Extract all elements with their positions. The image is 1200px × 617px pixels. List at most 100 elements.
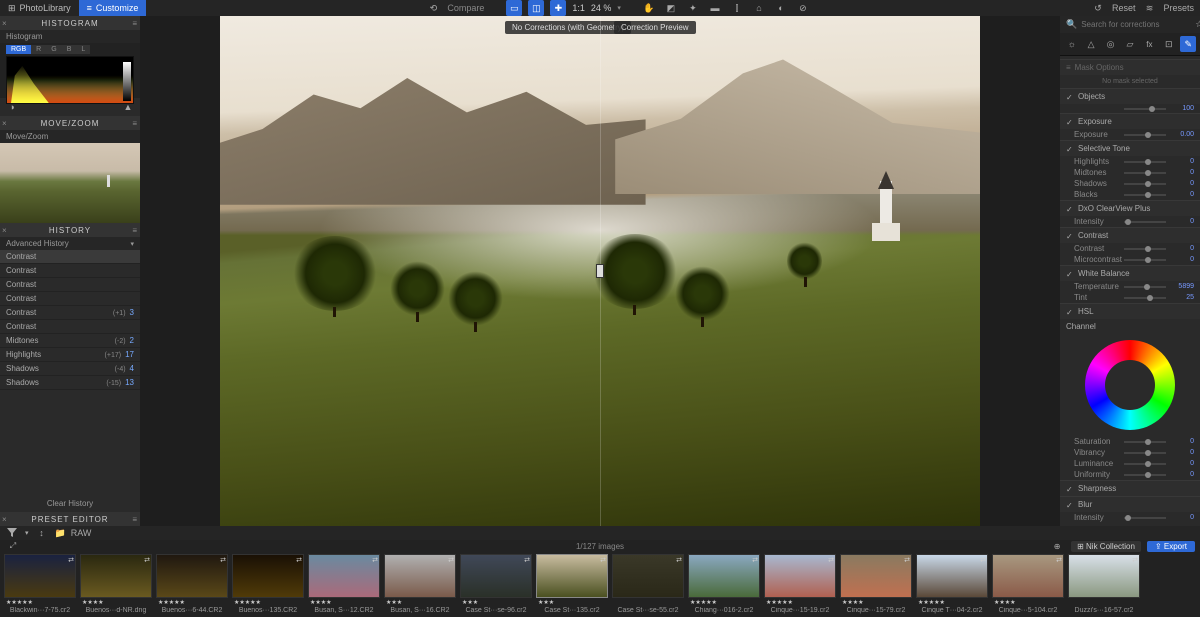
navigator-thumbnail[interactable]	[0, 143, 140, 223]
history-item[interactable]: Midtones(-2)2	[0, 334, 140, 348]
thumbnail[interactable]: ⇄★★★★Cinque···15-79.cr2	[840, 554, 912, 615]
menu-icon[interactable]: ≡	[132, 19, 138, 28]
presets-icon[interactable]: ≋	[1141, 0, 1157, 16]
filmstrip[interactable]: ⇄★★★★★Blackwin···7-75.cr2⇄★★★★Buenos···d…	[0, 552, 1200, 617]
checkbox-icon[interactable]: ✓	[1066, 501, 1074, 509]
fx-tool-icon[interactable]: fx	[1141, 36, 1157, 52]
watermark-tool-icon[interactable]: ⊡	[1161, 36, 1177, 52]
zoom-ratio[interactable]: 1:1	[572, 3, 585, 13]
hsl-section-label[interactable]: HSL	[1078, 307, 1094, 316]
reset-icon[interactable]: ↺	[1090, 0, 1106, 16]
thumbnail[interactable]: ⇄★★★Busan, S···16.CR2	[384, 554, 456, 615]
blur-section-label[interactable]: Blur	[1078, 500, 1092, 509]
slider-row[interactable]: Intensity0	[1060, 216, 1200, 227]
close-icon[interactable]: ×	[2, 515, 8, 524]
close-icon[interactable]: ×	[2, 119, 8, 128]
checkbox-icon[interactable]: ✓	[1066, 205, 1074, 213]
rgb-btn-g[interactable]: G	[46, 45, 61, 54]
color-tool-icon[interactable]: △	[1083, 36, 1099, 52]
history-item[interactable]: Contrast	[0, 292, 140, 306]
path-label[interactable]: RAW	[71, 528, 92, 538]
light-tool-icon[interactable]: ☼	[1064, 36, 1080, 52]
slider-row[interactable]: Highlights0	[1060, 156, 1200, 167]
menu-icon[interactable]: ≡	[132, 515, 138, 524]
history-item[interactable]: Contrast(+1)3	[0, 306, 140, 320]
slider-row[interactable]: Vibrancy0	[1060, 447, 1200, 458]
rgb-btn-b[interactable]: B	[62, 45, 77, 54]
checkbox-icon[interactable]: ✓	[1066, 145, 1074, 153]
menu-icon[interactable]: ≡	[132, 119, 138, 128]
checkbox-icon[interactable]: ✓	[1066, 308, 1074, 316]
thumbnail[interactable]: ⇄★★★★Busan, S···12.CR2	[308, 554, 380, 615]
slider-row[interactable]: Midtones0	[1060, 167, 1200, 178]
tag-icon[interactable]: ⊘	[795, 0, 811, 16]
presets-button[interactable]: Presets	[1163, 3, 1194, 13]
section-exposure[interactable]: ✓Exposure	[1060, 113, 1200, 129]
thumbnail[interactable]: ⇄★★★★★Buenos···135.CR2	[232, 554, 304, 615]
menu-icon[interactable]: ≡	[1066, 63, 1071, 72]
history-item[interactable]: Contrast	[0, 250, 140, 264]
thumbnail[interactable]: ⇄★★★Case St···135.cr2	[536, 554, 608, 615]
thumbnail[interactable]: ⇄Case St···se-55.cr2	[612, 554, 684, 615]
section-white balance[interactable]: ✓White Balance	[1060, 265, 1200, 281]
rgb-btn-rgb[interactable]: RGB	[6, 45, 31, 54]
local-adj-icon[interactable]: ✎	[1180, 36, 1196, 52]
checkbox-icon[interactable]: ✓	[1066, 93, 1074, 101]
export-button[interactable]: ⇪ Export	[1147, 541, 1195, 552]
rgb-btn-l[interactable]: L	[76, 45, 90, 54]
hsl-color-wheel[interactable]	[1085, 340, 1175, 430]
refresh-icon[interactable]: ⟲	[425, 0, 441, 16]
nik-collection-button[interactable]: ⊞ Nik Collection	[1071, 541, 1141, 552]
advanced-history-subheader[interactable]: Advanced History▾	[0, 237, 140, 250]
history-item[interactable]: Contrast	[0, 320, 140, 334]
zoom-dropdown-icon[interactable]: ▾	[617, 4, 621, 12]
menu-icon[interactable]: ≡	[132, 226, 138, 235]
slider-row[interactable]: Contrast0	[1060, 243, 1200, 254]
section-dxo clearview plus[interactable]: ✓DxO ClearView Plus	[1060, 200, 1200, 216]
history-item[interactable]: Shadows(-4)4	[0, 362, 140, 376]
slider-row[interactable]: Intensity0	[1060, 512, 1200, 523]
thumbnail[interactable]: ⇄★★★★Buenos···d-NR.dng	[80, 554, 152, 615]
perspective-icon[interactable]: ⫿	[729, 0, 745, 16]
history-item[interactable]: Contrast	[0, 264, 140, 278]
history-item[interactable]: Highlights(+17)17	[0, 348, 140, 362]
clear-history-button[interactable]: Clear History	[0, 495, 140, 512]
tab-photolibrary[interactable]: ⊞ PhotoLibrary	[0, 0, 79, 16]
view-compare-icon[interactable]: ✚	[550, 0, 566, 16]
image-viewer[interactable]: No Corrections (with Geometry) Correctio…	[140, 16, 1060, 526]
section-objects[interactable]: ✓Objects	[1060, 88, 1200, 104]
zoom-level[interactable]: 24 %	[591, 3, 612, 13]
close-icon[interactable]: ×	[2, 19, 8, 28]
slider-row[interactable]: Saturation0	[1060, 436, 1200, 447]
crop-tool-icon[interactable]: ◩	[663, 0, 679, 16]
view-single-icon[interactable]: ▭	[506, 0, 522, 16]
slider-row[interactable]: Temperature5899	[1060, 281, 1200, 292]
slider-row[interactable]: Uniformity0	[1060, 469, 1200, 480]
thumbnail[interactable]: ⇄★★★Case St···se-96.cr2	[460, 554, 532, 615]
slider-row[interactable]: Microcontrast0	[1060, 254, 1200, 265]
checkbox-icon[interactable]: ✓	[1066, 118, 1074, 126]
expand-icon[interactable]: ⤢	[5, 538, 21, 554]
slider-row[interactable]: Luminance0	[1060, 458, 1200, 469]
tab-customize[interactable]: ≡ Customize	[79, 0, 147, 16]
reset-button[interactable]: Reset	[1112, 3, 1136, 13]
thumbnail[interactable]: ⇄★★★★★Buenos···6-44.CR2	[156, 554, 228, 615]
hand-tool-icon[interactable]: ✋	[641, 0, 657, 16]
section-selective tone[interactable]: ✓Selective Tone	[1060, 140, 1200, 156]
checkbox-icon[interactable]: ✓	[1066, 232, 1074, 240]
checkbox-icon[interactable]: ✓	[1066, 270, 1074, 278]
circle-plus-icon[interactable]: ⊕	[1049, 538, 1065, 554]
split-handle[interactable]	[596, 264, 604, 278]
detail-tool-icon[interactable]: ◎	[1103, 36, 1119, 52]
thumbnail[interactable]: ⇄★★★★★Cinque T···04-2.cr2	[916, 554, 988, 615]
checkbox-icon[interactable]: ✓	[1066, 485, 1074, 493]
chevron-down-icon[interactable]: ▾	[25, 529, 29, 537]
thumbnail[interactable]: ⇄★★★★Cinque···5-104.cr2	[992, 554, 1064, 615]
compare-label[interactable]: Compare	[447, 3, 484, 13]
wand-tool-icon[interactable]: ✦	[685, 0, 701, 16]
thumbnail[interactable]: ⇄★★★★★Blackwin···7-75.cr2	[4, 554, 76, 615]
slider-row[interactable]: Blacks0	[1060, 189, 1200, 200]
slider-row[interactable]: 100	[1060, 104, 1200, 113]
redeye-icon[interactable]: ◐	[773, 0, 789, 16]
sharpness-section-label[interactable]: Sharpness	[1078, 484, 1116, 493]
